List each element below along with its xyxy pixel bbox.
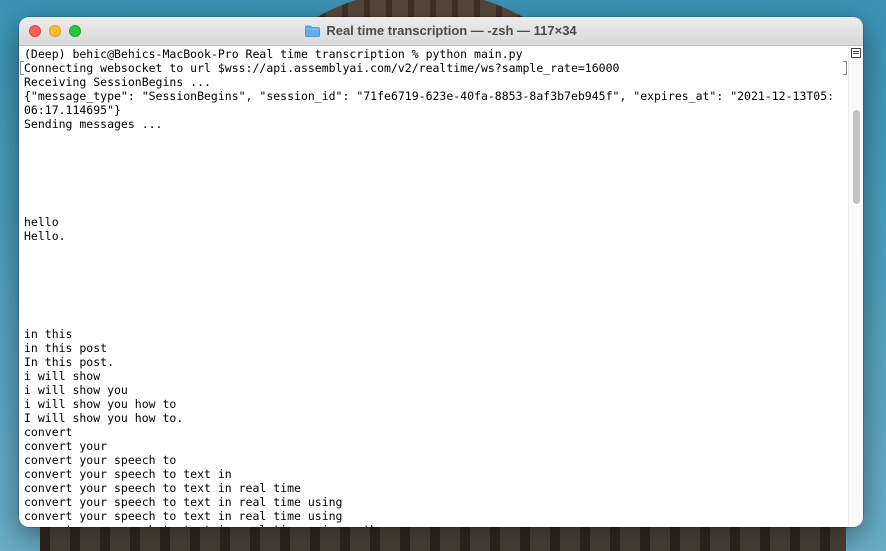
split-pane-icon[interactable] <box>851 48 861 58</box>
window-title: Real time transcription — -zsh — 117×34 <box>326 23 577 38</box>
terminal-line: convert your speech to text in real time… <box>24 495 343 509</box>
terminal-line: convert your speech to <box>24 453 177 467</box>
terminal-line: convert your speech to text in real time… <box>24 523 849 527</box>
terminal-line: hello <box>24 215 59 229</box>
terminal-line: convert your speech to text in real time <box>24 481 301 495</box>
terminal-line: (Deep) behic@Behics-MacBook-Pro Real tim… <box>24 47 523 61</box>
terminal-window[interactable]: Real time transcription — -zsh — 117×34 … <box>19 17 863 527</box>
terminal-line: convert your speech to text in real time… <box>24 509 343 523</box>
terminal-line: Sending messages ... <box>24 117 163 131</box>
terminal-line: convert your <box>24 439 108 453</box>
folder-icon <box>305 25 321 37</box>
terminal-line: Connecting websocket to url $wss://api.a… <box>24 61 620 75</box>
terminal-output[interactable]: (Deep) behic@Behics-MacBook-Pro Real tim… <box>19 46 849 527</box>
scrollbar-thumb[interactable] <box>853 110 860 204</box>
terminal-line: Hello. <box>24 229 66 243</box>
terminal-line: in this post <box>24 341 108 355</box>
terminal-line: convert <box>24 425 73 439</box>
terminal-line: In this post. <box>24 355 115 369</box>
terminal-line: Receiving SessionBegins ... <box>24 75 211 89</box>
terminal-line: i will show you <box>24 383 128 397</box>
terminal-line: I will show you how to. <box>24 411 184 425</box>
window-title-group: Real time transcription — -zsh — 117×34 <box>19 23 863 38</box>
terminal-line: i will show you how to <box>24 397 177 411</box>
terminal-line: convert your speech to text in <box>24 467 232 481</box>
vertical-scrollbar[interactable] <box>848 46 863 527</box>
terminal-line: {"message_type": "SessionBegins", "sessi… <box>24 89 835 103</box>
terminal-line: in this <box>24 327 73 341</box>
title-bar[interactable]: Real time transcription — -zsh — 117×34 <box>19 17 863 46</box>
terminal-line: i will show <box>24 369 101 383</box>
terminal-line: 06:17.114695"} <box>24 103 121 117</box>
